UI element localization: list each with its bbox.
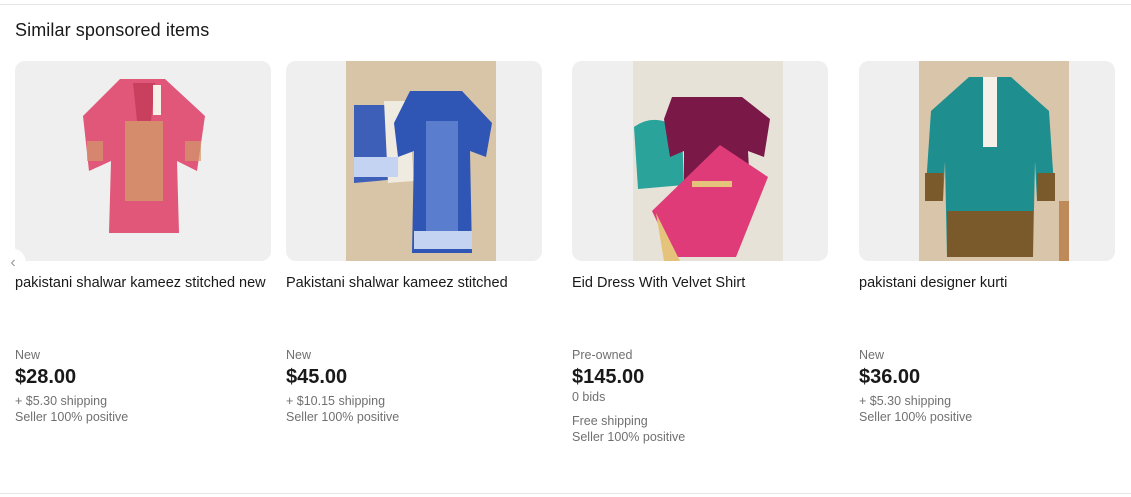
seller-rating: Seller 100% positive bbox=[286, 410, 400, 424]
seller-rating: Seller 100% positive bbox=[572, 430, 686, 444]
product-title[interactable]: Pakistani shalwar kameez stitched bbox=[286, 274, 542, 344]
product-card[interactable]: Pakistani shalwar kameez stitched New $4… bbox=[286, 61, 542, 425]
item-price: $36.00 bbox=[859, 366, 921, 388]
product-card[interactable]: pakistani designer kurti New $36.00 + $5… bbox=[859, 61, 1115, 425]
product-card[interactable]: Eid Dress With Velvet Shirt Pre-owned $1… bbox=[572, 61, 828, 445]
item-condition: New bbox=[286, 348, 312, 362]
bid-count: 0 bids bbox=[572, 390, 606, 404]
product-image[interactable] bbox=[572, 61, 828, 261]
chevron-left-icon: ‹ bbox=[10, 254, 16, 271]
product-title[interactable]: Eid Dress With Velvet Shirt bbox=[572, 274, 828, 344]
shipping-cost: + $10.15 shipping bbox=[286, 394, 386, 408]
pink-kurta-image bbox=[15, 61, 271, 261]
item-condition: New bbox=[859, 348, 885, 362]
shipping-cost: + $5.30 shipping bbox=[859, 394, 952, 408]
seller-rating: Seller 100% positive bbox=[15, 410, 129, 424]
blue-shalwar-kameez-image bbox=[286, 61, 542, 261]
item-price: $28.00 bbox=[15, 366, 77, 388]
item-price: $145.00 bbox=[572, 366, 645, 388]
seller-rating: Seller 100% positive bbox=[859, 410, 973, 424]
product-title[interactable]: pakistani shalwar kameez stitched new bbox=[15, 274, 271, 344]
product-image[interactable] bbox=[859, 61, 1115, 261]
section-title: Similar sponsored items bbox=[15, 20, 210, 40]
teal-kurti-image bbox=[859, 61, 1115, 261]
product-card[interactable]: pakistani shalwar kameez stitched new Ne… bbox=[15, 61, 271, 425]
shipping-cost: Free shipping bbox=[572, 414, 648, 428]
item-price: $45.00 bbox=[286, 366, 348, 388]
item-condition: New bbox=[15, 348, 41, 362]
product-title[interactable]: pakistani designer kurti bbox=[859, 274, 1115, 344]
shipping-cost: + $5.30 shipping bbox=[15, 394, 108, 408]
eid-dress-image bbox=[572, 61, 828, 261]
bottom-divider bbox=[0, 493, 1131, 494]
product-image[interactable] bbox=[15, 61, 271, 261]
top-divider bbox=[0, 4, 1131, 5]
item-condition: Pre-owned bbox=[572, 348, 633, 362]
product-image[interactable] bbox=[286, 61, 542, 261]
